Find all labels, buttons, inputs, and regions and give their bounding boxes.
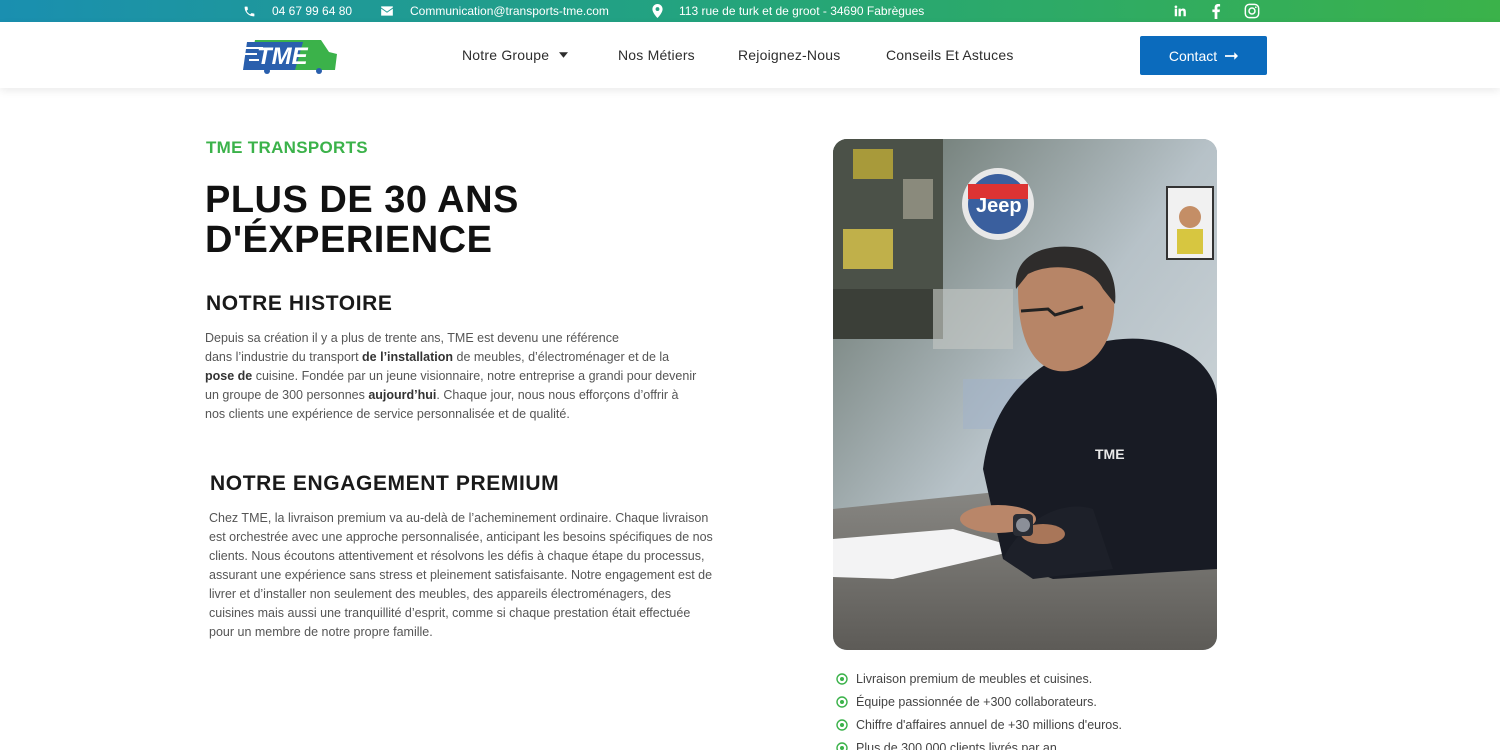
section-eyebrow: TME TRANSPORTS (206, 138, 368, 157)
nav-nos-metiers-label: Nos Métiers (618, 47, 695, 63)
list-item: Chiffre d'affaires annuel de +30 million… (836, 713, 1236, 736)
founder-photo-illustration: Jeep TME (833, 139, 1217, 650)
histoire-heading: NOTRE HISTOIRE (206, 292, 393, 315)
histoire-bold-text: aujourd’hui (368, 388, 437, 402)
page-title: PLUS DE 30 ANS D'ÉXPERIENCE (205, 180, 725, 260)
histoire-paragraph: Depuis sa création il y a plus de trente… (205, 329, 745, 424)
check-circle-icon (836, 695, 848, 708)
nav-rejoignez-nous[interactable]: Rejoignez-Nous (738, 22, 840, 88)
nav-conseils-astuces-label: Conseils Et Astuces (886, 47, 1014, 63)
histoire-text: un groupe de 300 personnes (205, 388, 369, 402)
histoire-line: pose de cuisine. Fondée par un jeune vis… (205, 367, 745, 386)
page-title-line-1: PLUS DE 30 ANS (205, 179, 519, 221)
address-contact[interactable]: 113 rue de turk et de groot - 34690 Fabr… (652, 0, 924, 22)
highlights-list: Livraison premium de meubles et cuisines… (836, 667, 1236, 750)
facebook-link[interactable] (1211, 0, 1221, 22)
list-item: Équipe passionnée de +300 collaborateurs… (836, 690, 1236, 713)
engagement-line: Chez TME, la livraison premium va au-del… (209, 511, 709, 525)
engagement-line: cuisines mais aussi une tranquillité d’e… (209, 606, 691, 620)
svg-text:TME: TME (1095, 446, 1125, 462)
histoire-text: cuisine. Fondée par un jeune visionnaire… (252, 369, 697, 383)
nav-rejoignez-nous-label: Rejoignez-Nous (738, 47, 841, 63)
engagement-paragraph: Chez TME, la livraison premium va au-del… (209, 509, 769, 642)
histoire-bold-text: de l’installation (362, 350, 454, 364)
nav-notre-groupe-label: Notre Groupe (462, 47, 550, 63)
email-address: Communication@transports-tme.com (410, 4, 609, 18)
list-item: Plus de 300 000 clients livrés par an (836, 736, 1236, 750)
phone-contact[interactable]: 04 67 99 64 80 (243, 0, 352, 22)
histoire-bold-text: pose de (205, 369, 253, 383)
svg-text:Jeep: Jeep (976, 195, 1022, 217)
histoire-text: de meubles, d’électroménager et de la (453, 350, 670, 364)
histoire-line: un groupe de 300 personnes aujourd’hui. … (205, 386, 745, 405)
engagement-line: clients. Nous écoutons attentivement et … (209, 549, 705, 563)
envelope-icon (381, 6, 393, 16)
histoire-line: nos clients une expérience de service pe… (205, 407, 570, 421)
email-contact[interactable]: Communication@transports-tme.com (380, 0, 609, 22)
linkedin-link[interactable] (1173, 0, 1187, 22)
instagram-link[interactable] (1244, 0, 1260, 22)
histoire-text: dans l’industrie du transport (205, 350, 363, 364)
check-circle-icon (836, 718, 848, 731)
tme-logo-graphic: TME (243, 40, 337, 74)
tme-logo[interactable]: TME (243, 36, 339, 76)
histoire-line: dans l’industrie du transport de l’insta… (205, 348, 745, 367)
map-pin-icon (652, 4, 663, 18)
nav-conseils-astuces[interactable]: Conseils Et Astuces (886, 22, 1014, 88)
check-circle-icon (836, 672, 848, 685)
histoire-text: . Chaque jour, nous nous efforçons d’off… (436, 388, 679, 402)
logo-text: TME (257, 43, 309, 70)
phone-icon (244, 6, 255, 16)
engagement-line: pour un membre de notre propre famille. (209, 625, 433, 639)
page-title-line-2: D'ÉXPERIENCE (205, 219, 493, 261)
check-circle-icon (836, 741, 848, 750)
linkedin-icon (1174, 5, 1186, 17)
engagement-heading: NOTRE ENGAGEMENT PREMIUM (210, 472, 560, 495)
engagement-line: livrer et d’installer non seulement des … (209, 587, 672, 601)
contact-button-label: Contact (1168, 47, 1218, 64)
main-header: TME Notre Groupe Nos Métiers Rejoignez-N… (0, 22, 1500, 88)
engagement-line: assurant une expérience sans stress et p… (209, 568, 713, 582)
founder-photo: Jeep TME (833, 139, 1217, 650)
list-item-text: Équipe passionnée de +300 collaborateurs… (856, 694, 1097, 709)
contact-button[interactable]: Contact (1140, 36, 1267, 75)
engagement-line: est orchestrée avec une approche personn… (209, 530, 713, 544)
arrow-right-icon (1225, 51, 1239, 60)
instagram-icon (1244, 3, 1260, 19)
nav-notre-groupe[interactable]: Notre Groupe (462, 22, 569, 88)
list-item-text: Chiffre d'affaires annuel de +30 million… (856, 717, 1122, 732)
list-item-text: Livraison premium de meubles et cuisines… (856, 671, 1093, 686)
list-item-text: Plus de 300 000 clients livrés par an (856, 740, 1057, 750)
caret-down-icon (559, 52, 569, 58)
top-bar: 04 67 99 64 80 Communication@transports-… (0, 0, 1500, 22)
facebook-icon (1212, 3, 1221, 19)
phone-number: 04 67 99 64 80 (272, 4, 353, 18)
nav-nos-metiers[interactable]: Nos Métiers (618, 22, 695, 88)
histoire-line: Depuis sa création il y a plus de trente… (205, 331, 619, 345)
address-text: 113 rue de turk et de groot - 34690 Fabr… (679, 4, 925, 18)
list-item: Livraison premium de meubles et cuisines… (836, 667, 1236, 690)
